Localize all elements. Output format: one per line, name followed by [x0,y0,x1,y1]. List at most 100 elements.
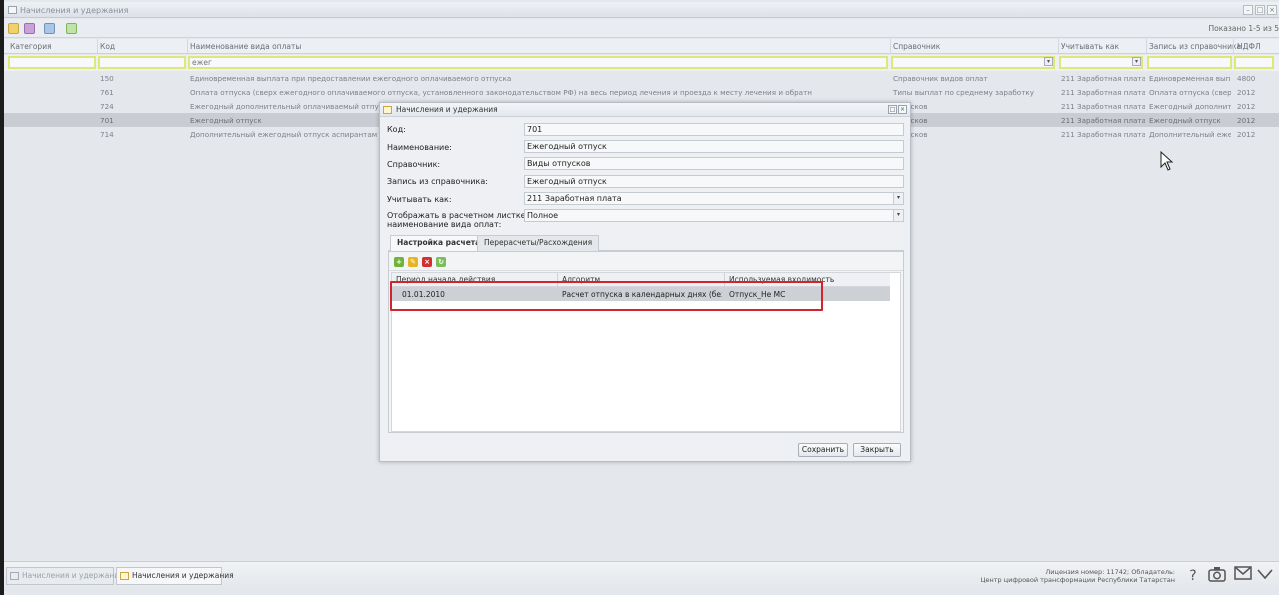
minimize-button[interactable]: – [1243,5,1253,15]
chevron-down-icon[interactable]: ▾ [893,210,903,221]
cell-ref: Справочник видов оплат [893,74,988,83]
edit-icon[interactable] [8,23,19,34]
close-dialog-button[interactable]: Закрыть [853,443,901,457]
record-label: Запись из справочника: [387,177,488,186]
highlight-box [390,281,823,311]
add-icon[interactable]: + [394,257,404,267]
close-button[interactable]: × [898,105,907,114]
dialog-titlebar[interactable]: Начисления и удержания □ × [380,103,910,117]
display-label: Отображать в расчетном листке наименован… [387,211,526,229]
dialog-controls: □ × [888,105,907,114]
cell-account: 211 Заработная плата [1061,74,1145,83]
col-category[interactable]: Категория [10,42,52,51]
filter-record[interactable] [1147,56,1232,69]
window-icon [8,6,17,14]
records-count: Показано 1-5 из 5 [1208,24,1279,33]
cell-code: 701 [100,116,114,125]
window-title: Начисления и удержания [20,6,129,15]
mail-icon[interactable] [1233,566,1253,586]
cell-record: Оплата отпуска (свер... [1149,88,1231,97]
display-label-line-1: Отображать в расчетном листке [387,211,526,220]
cell-ndfl: 2012 [1237,116,1256,125]
cell-record: Ежегодный отпуск [1149,116,1221,125]
cell-code: 714 [100,130,114,139]
filter-category[interactable] [8,56,96,69]
window-icon [120,572,129,580]
dialog-tabs: Настройка расчета Перерасчеты/Расхождени… [388,235,904,252]
dialog-title: Начисления и удержания [396,105,498,114]
chevron-down-icon[interactable]: ▾ [893,193,903,204]
taskbar-item-label: Начисления и удержания [132,571,234,580]
filter-name[interactable]: ежег [188,56,888,69]
cell-ndfl: 2012 [1237,88,1256,97]
tab-recalculations[interactable]: Перерасчеты/Расхождения [477,235,600,251]
cell-code: 761 [100,88,114,97]
refresh-icon[interactable] [66,23,77,34]
tab-calc-settings[interactable]: Настройка расчета [390,235,488,252]
record-field[interactable]: Ежегодный отпуск [524,175,904,188]
cell-account: 211 Заработная плата [1061,102,1145,111]
filter-reference[interactable] [891,56,1055,69]
col-record[interactable]: Запись из справочника [1149,42,1241,51]
cell-ref: отпусков [893,116,1053,125]
cell-record: Единовременная вып... [1149,74,1231,83]
cell-account: 211 Заработная плата [1061,130,1145,139]
col-reference[interactable]: Справочник [893,42,940,51]
cell-account: 211 Заработная плата [1061,88,1145,97]
window-controls: – □ × [1243,5,1277,15]
code-field[interactable]: 701 [524,123,904,136]
taskbar-item[interactable]: Начисления и удержания [6,567,124,585]
display-select[interactable]: Полное ▾ [524,209,904,222]
grid-header: Категория Код Наименование вида оплаты С… [4,39,1279,54]
license-line-1: Лицензия номер: 11742; Обладатель: [1045,568,1175,576]
status-bar: Начисления и удержания Начисления и удер… [4,561,1279,591]
display-select-value: Полное [527,211,559,220]
reference-label: Справочник: [387,160,441,169]
reference-field[interactable]: Виды отпусков [524,157,904,170]
save-button[interactable]: Сохранить [798,443,848,457]
col-code[interactable]: Код [100,42,115,51]
license-line-2: Центр цифровой трансформации Республики … [980,576,1175,584]
taskbar-item-active[interactable]: Начисления и удержания [116,567,234,585]
window-icon [383,106,392,114]
filter-ndfl[interactable] [1234,56,1274,69]
restore-button[interactable]: □ [1255,5,1265,15]
panel-toolbar: + ✎ × ↻ [389,252,903,271]
display-label-line-2: наименование вида оплат: [387,220,502,229]
name-label: Наименование: [387,143,452,152]
cell-record: Ежегодный дополнит... [1149,102,1231,111]
edit-icon[interactable]: ✎ [408,257,418,267]
print-menu-icon[interactable] [44,23,55,34]
mouse-cursor-icon [1160,151,1174,171]
chevron-down-icon[interactable] [1255,566,1275,586]
name-field[interactable]: Ежегодный отпуск [524,140,904,153]
filter-account[interactable] [1059,56,1143,69]
delete-icon[interactable]: × [422,257,432,267]
chevron-down-icon[interactable]: ▾ [1132,57,1141,66]
cell-name: Оплата отпуска (сверх ежегодного оплачив… [190,88,812,97]
help-icon[interactable]: ? [1183,566,1203,586]
cell-ndfl: 2012 [1237,102,1256,111]
account-select-value: 211 Заработная плата [527,194,622,203]
filter-code[interactable] [98,56,186,69]
col-account[interactable]: Учитывать как [1061,42,1119,51]
col-name[interactable]: Наименование вида оплаты [190,42,301,51]
window-icon [10,572,19,580]
cell-ndfl: 4800 [1237,74,1256,83]
table-row[interactable]: 150 Единовременная выплата при предоставл… [4,71,1279,85]
table-row[interactable]: 761 Оплата отпуска (сверх ежегодного опла… [4,85,1279,99]
camera-icon[interactable] [1207,566,1227,586]
account-select[interactable]: 211 Заработная плата ▾ [524,192,904,205]
calc-settings-panel: + ✎ × ↻ Период начала действия Алгоритм … [388,251,904,433]
cell-name: Единовременная выплата при предоставлени… [190,74,512,83]
taskbar-item-label: Начисления и удержания [22,571,124,580]
col-ndfl[interactable]: НДФЛ [1237,42,1261,51]
main-toolbar: Показано 1-5 из 5 [4,19,1279,38]
license-info: Лицензия номер: 11742; Обладатель: Центр… [980,568,1175,584]
chevron-down-icon[interactable]: ▾ [1044,57,1053,66]
add-menu-icon[interactable] [24,23,35,34]
maximize-button[interactable]: □ [888,105,897,114]
cell-ndfl: 2012 [1237,130,1256,139]
close-button[interactable]: × [1267,5,1277,15]
refresh-icon[interactable]: ↻ [436,257,446,267]
